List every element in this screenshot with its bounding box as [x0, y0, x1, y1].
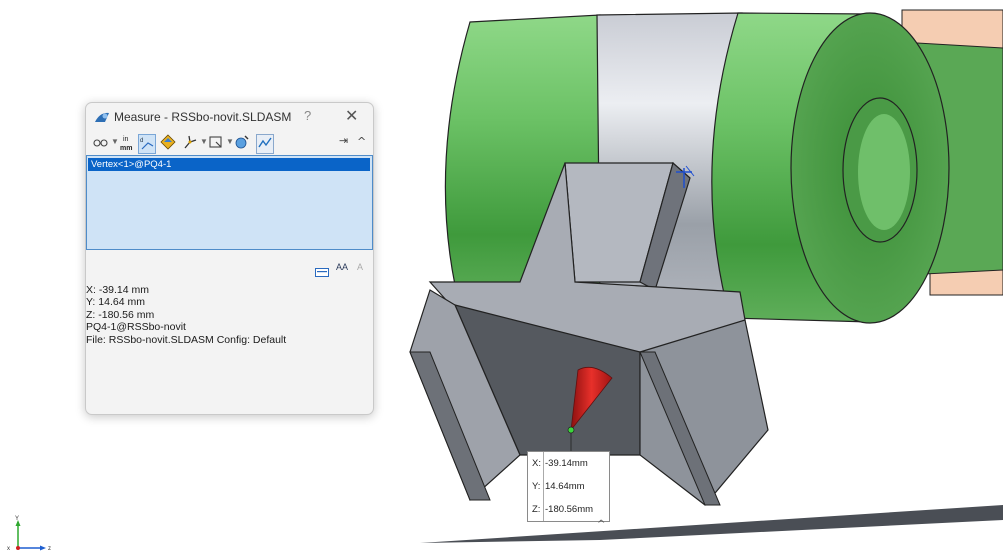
- callout-expand-icon[interactable]: ^: [597, 519, 605, 530]
- callout-row-x: X: -39.14mm: [528, 452, 609, 475]
- result-x: X: -39.14 mm: [86, 284, 150, 296]
- coordinate-callout: X: -39.14mm Y: 14.64mm Z: -180.56mm: [527, 451, 610, 522]
- selection-list[interactable]: Vertex<1>@PQ4-1: [86, 155, 373, 250]
- result-file: File: RSSbo-novit.SLDASM Config: Default: [86, 333, 287, 346]
- triad-x-label: x: [7, 546, 10, 552]
- projection-icon[interactable]: [160, 134, 176, 152]
- font-size-up-button[interactable]: AA: [336, 262, 348, 272]
- triad-z-label: z: [48, 546, 51, 552]
- graph-measure-icon[interactable]: [256, 134, 274, 154]
- callout-x-label: X:: [532, 458, 541, 469]
- arc-circle-options-icon[interactable]: [93, 134, 109, 152]
- close-button[interactable]: ✕: [345, 106, 358, 126]
- triad-y-label: Y: [15, 516, 19, 522]
- point-options-dropdown-icon[interactable]: ▼: [200, 137, 208, 146]
- dialog-title: Measure - RSSbo-novit.SLDASM: [114, 110, 292, 124]
- measure-app-icon: [95, 112, 109, 122]
- units-precision-icon[interactable]: in mm: [120, 134, 134, 152]
- result-z: Z: -180.56 mm: [86, 308, 155, 321]
- arc-options-dropdown-icon[interactable]: ▼: [111, 137, 119, 146]
- result-y: Y: 14.64 mm: [86, 296, 145, 309]
- selection-item[interactable]: Vertex<1>@PQ4-1: [88, 158, 370, 171]
- pin-button[interactable]: ⇥: [339, 134, 348, 152]
- history-dropdown-icon[interactable]: ▼: [226, 137, 234, 146]
- select-history-icon[interactable]: [208, 134, 224, 152]
- svg-text:d: d: [140, 138, 143, 144]
- units-mm-text: mm: [120, 145, 132, 152]
- reference-triad[interactable]: Y z x: [6, 512, 60, 552]
- callout-z-value: -180.56mm: [545, 504, 594, 515]
- font-size-down-button[interactable]: A: [357, 262, 363, 272]
- vertex-point: [567, 426, 575, 434]
- callout-x-value: -39.14mm: [545, 458, 588, 469]
- callout-row-y: Y: 14.64mm: [528, 475, 609, 498]
- xyz-delta-icon[interactable]: d: [138, 134, 156, 154]
- measure-results: X: -39.14 mm Y: 14.64 mm Z: -180.56 mm P…: [86, 284, 286, 346]
- measure-dialog[interactable]: Measure - RSSbo-novit.SLDASM ? ✕ ▼ in mm …: [85, 102, 374, 415]
- callout-y-value: 14.64mm: [545, 481, 585, 492]
- help-button[interactable]: ?: [304, 108, 311, 123]
- result-component: PQ4-1@RSSbo-novit: [86, 321, 186, 334]
- collapse-button[interactable]: ^: [357, 135, 366, 153]
- measure-toolbar: ▼ in mm d ▼ ▼ ⇥ ^: [86, 132, 373, 154]
- dialog-titlebar[interactable]: Measure - RSSbo-novit.SLDASM ? ✕: [86, 103, 373, 131]
- callout-z-label: Z:: [532, 504, 541, 515]
- create-sensor-icon[interactable]: [234, 134, 250, 152]
- floor-plane: [420, 505, 1003, 543]
- callout-row-z: Z: -180.56mm: [528, 498, 609, 521]
- units-in-text: in: [123, 136, 129, 143]
- selection-item-label: Vertex<1>@PQ4-1: [91, 159, 172, 170]
- point-to-point-icon[interactable]: [182, 134, 198, 152]
- callout-y-label: Y:: [532, 481, 541, 492]
- cylinder-bore-inner: [858, 114, 910, 230]
- copy-to-clipboard-icon[interactable]: [315, 263, 329, 282]
